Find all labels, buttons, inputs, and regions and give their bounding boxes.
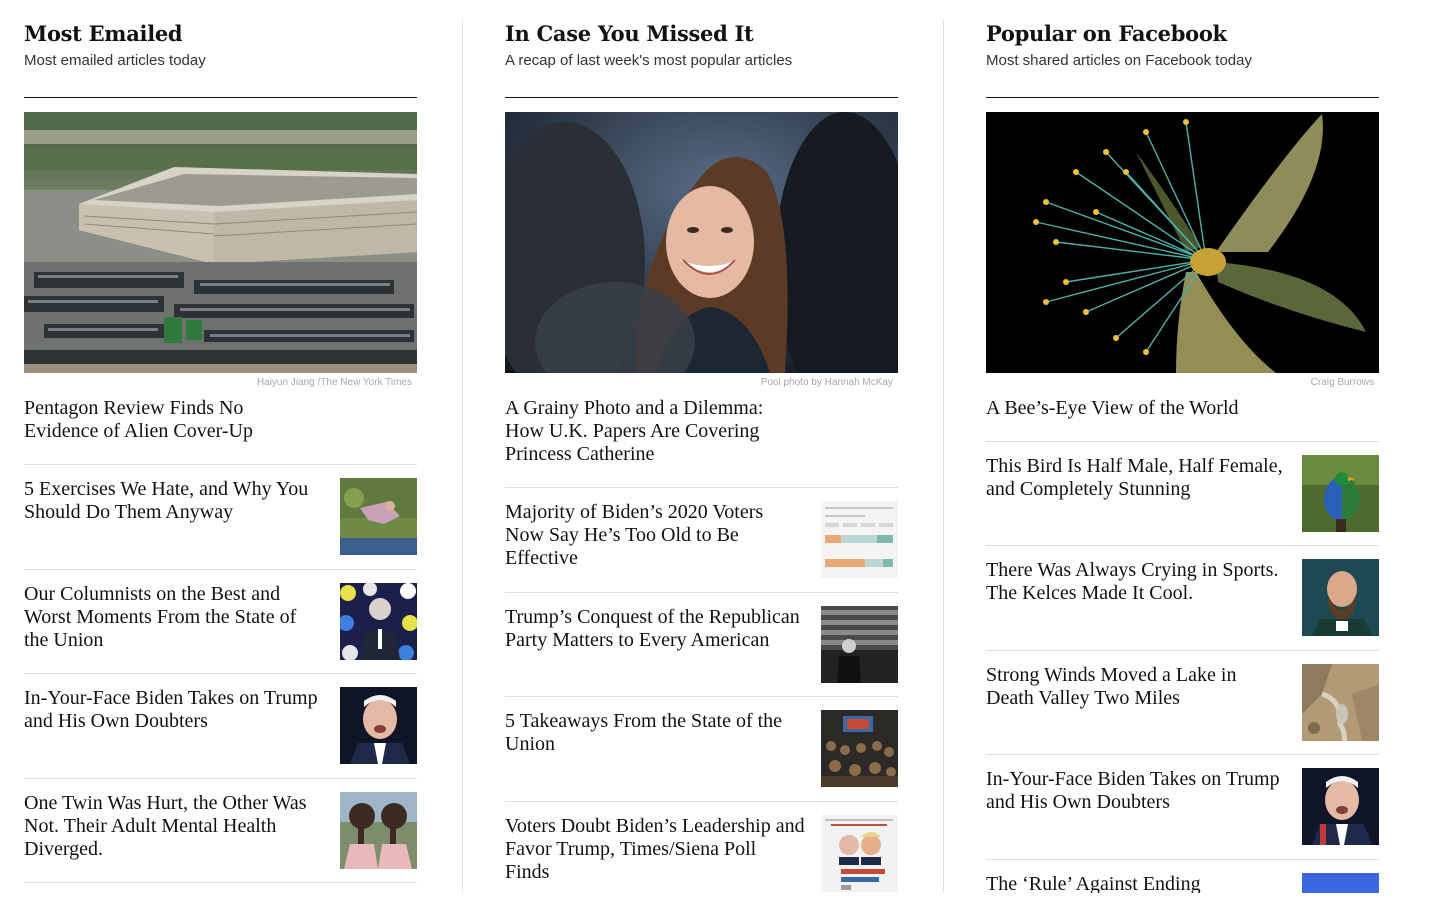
article-thumbnail[interactable] xyxy=(1302,768,1379,845)
article-title[interactable]: In-Your-Face Biden Takes on Trump and Hi… xyxy=(986,768,1286,814)
section-rule xyxy=(24,97,417,98)
lead-article-title[interactable]: Pentagon Review Finds No Evidence of Ali… xyxy=(24,397,274,443)
article-title[interactable]: Trump’s Conquest of the Republican Party… xyxy=(505,606,805,652)
article-thumbnail[interactable] xyxy=(340,478,417,555)
article-thumbnail[interactable] xyxy=(1302,559,1379,636)
column-divider xyxy=(462,20,463,892)
list-item[interactable]: Majority of Biden’s 2020 Voters Now Say … xyxy=(505,487,898,592)
article-thumbnail[interactable] xyxy=(821,606,898,683)
article-title[interactable]: This Bird Is Half Male, Half Female, and… xyxy=(986,455,1286,501)
list-item[interactable]: Trump’s Conquest of the Republican Party… xyxy=(505,592,898,697)
column-divider xyxy=(943,20,944,892)
list-item[interactable]: In-Your-Face Biden Takes on Trump and Hi… xyxy=(24,673,417,778)
list-divider xyxy=(24,882,417,884)
article-thumbnail[interactable] xyxy=(821,710,898,787)
photo-credit: Craig Burrows xyxy=(1310,377,1374,388)
article-title[interactable]: 5 Takeaways From the State of the Union xyxy=(505,710,805,756)
list-item[interactable]: 5 Exercises We Hate, and Why You Should … xyxy=(24,464,417,569)
section-subheading: A recap of last week's most popular arti… xyxy=(505,52,793,69)
article-thumbnail[interactable] xyxy=(1302,664,1379,741)
list-item[interactable]: This Bird Is Half Male, Half Female, and… xyxy=(986,441,1379,546)
section-heading[interactable]: In Case You Missed It xyxy=(505,21,898,47)
article-title[interactable]: There Was Always Crying in Sports. The K… xyxy=(986,559,1286,605)
section-rule xyxy=(505,97,898,98)
section-subheading: Most emailed articles today xyxy=(24,52,206,69)
popular-on-facebook-column: Popular on Facebook Most shared articles… xyxy=(986,0,1379,893)
section-rule xyxy=(986,97,1379,98)
list-item[interactable]: Strong Winds Moved a Lake in Death Valle… xyxy=(986,650,1379,755)
list-item[interactable]: In-Your-Face Biden Takes on Trump and Hi… xyxy=(986,754,1379,859)
article-title[interactable]: In-Your-Face Biden Takes on Trump and Hi… xyxy=(24,687,324,733)
article-thumbnail[interactable] xyxy=(340,792,417,869)
article-thumbnail[interactable] xyxy=(821,815,898,892)
in-case-you-missed-it-column: In Case You Missed It A recap of last we… xyxy=(505,0,898,892)
most-emailed-column: Most Emailed Most emailed articles today xyxy=(24,0,417,892)
list-item[interactable]: The ‘Rule’ Against Ending xyxy=(986,859,1379,893)
article-title[interactable]: The ‘Rule’ Against Ending xyxy=(986,873,1286,893)
list-item[interactable]: Voters Doubt Biden’s Leadership and Favo… xyxy=(505,801,898,906)
list-item[interactable]: 5 Takeaways From the State of the Union xyxy=(505,696,898,801)
article-title[interactable]: Voters Doubt Biden’s Leadership and Favo… xyxy=(505,815,805,884)
list-item[interactable]: Our Columnists on the Best and Worst Mom… xyxy=(24,569,417,674)
photo-credit: Pool photo by Hannah McKay xyxy=(760,377,893,388)
section-heading[interactable]: Most Emailed xyxy=(24,21,417,47)
lead-article-title[interactable]: A Bee’s-Eye View of the World xyxy=(986,397,1286,420)
list-item[interactable]: There Was Always Crying in Sports. The K… xyxy=(986,545,1379,650)
article-thumbnail[interactable] xyxy=(340,583,417,660)
article-title[interactable]: Majority of Biden’s 2020 Voters Now Say … xyxy=(505,501,805,570)
lead-image-princess-catherine[interactable] xyxy=(505,112,898,373)
lead-image-flower[interactable] xyxy=(986,112,1379,373)
photo-credit: Haiyun Jiang /The New York Times xyxy=(256,377,412,388)
article-title[interactable]: 5 Exercises We Hate, and Why You Should … xyxy=(24,478,324,524)
list-item[interactable]: One Twin Was Hurt, the Other Was Not. Th… xyxy=(24,778,417,883)
section-subheading: Most shared articles on Facebook today xyxy=(986,52,1252,69)
article-title[interactable]: Our Columnists on the Best and Worst Mom… xyxy=(24,583,324,652)
article-thumbnail[interactable] xyxy=(340,687,417,764)
article-title[interactable]: One Twin Was Hurt, the Other Was Not. Th… xyxy=(24,792,324,861)
article-title[interactable]: Strong Winds Moved a Lake in Death Valle… xyxy=(986,664,1286,710)
article-thumbnail[interactable] xyxy=(1302,873,1379,893)
article-thumbnail[interactable] xyxy=(1302,455,1379,532)
article-thumbnail[interactable] xyxy=(821,501,898,578)
lead-article-title[interactable]: A Grainy Photo and a Dilemma: How U.K. P… xyxy=(505,397,785,466)
lead-image-pentagon[interactable] xyxy=(24,112,417,373)
section-heading[interactable]: Popular on Facebook xyxy=(986,21,1379,47)
